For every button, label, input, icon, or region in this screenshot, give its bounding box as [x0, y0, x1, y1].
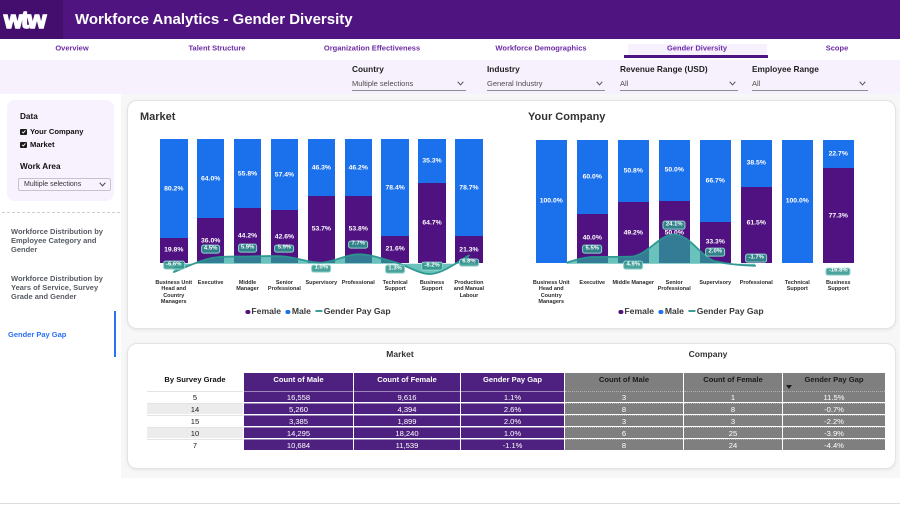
svg-text:wtw: wtw [3, 7, 47, 34]
